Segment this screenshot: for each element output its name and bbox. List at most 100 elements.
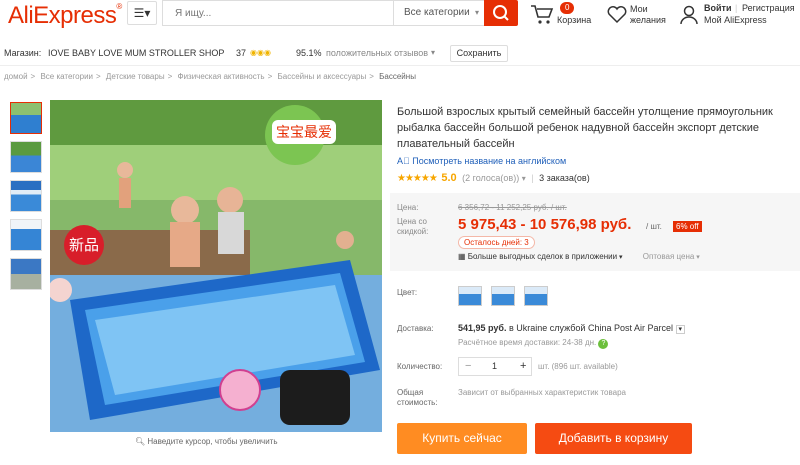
pool-photo (50, 100, 382, 432)
translate-icon: A⃝ (397, 156, 413, 166)
top-header: AliExpress® ☰▾ Все категории▾ 0 Корзина … (0, 0, 800, 40)
trademark: ® (116, 2, 122, 11)
english-title-link[interactable]: A⃝ Посмотреть название на английском (397, 156, 566, 166)
thumbnail-list (10, 102, 44, 297)
categories-menu-button[interactable]: ☰▾ (127, 1, 157, 25)
feedback-text: положительных отзывов (326, 48, 429, 58)
per-piece: / шт. (646, 222, 662, 231)
store-score: 37 (236, 48, 247, 58)
breadcrumb-separator: > (30, 72, 36, 81)
total-label-2: стоимость: (397, 398, 438, 407)
search-bar: Все категории ▾ (162, 0, 484, 26)
quantity-stepper: − 1 + (458, 357, 532, 376)
english-title-text: Посмотреть название на английском (412, 156, 567, 166)
category-select[interactable]: Все категории ▾ (393, 1, 485, 25)
discount-price-label-1: Цена со (397, 217, 427, 226)
quantity-label: Количество: (397, 362, 443, 371)
cart-icon (531, 5, 554, 24)
thumbnail[interactable] (10, 141, 42, 173)
rating-row: ★★★★★ 5.0 (2 голоса(ов)) ▾ | 3 заказа(ов… (397, 172, 590, 184)
breadcrumb-kids[interactable]: Детские товары (106, 72, 165, 81)
heart-icon (607, 6, 627, 24)
breadcrumb-pools-accessories[interactable]: Бассейны и аксессуары (278, 72, 367, 81)
wishlist-link[interactable]: Мои желания (607, 2, 677, 32)
breadcrumb-pools[interactable]: Бассейны (379, 72, 416, 81)
save-store-button[interactable]: Сохранить (450, 45, 508, 62)
shipping-method: в Ukraine службой China Post Air Parcel (509, 323, 673, 333)
help-icon[interactable]: ? (598, 339, 609, 349)
divider: | (735, 3, 738, 13)
quantity-plus-button[interactable]: + (520, 358, 526, 375)
shipping-label: Доставка: (397, 324, 434, 333)
delivery-time-row: Расчётное время доставки: 24-38 дн. ? (458, 338, 609, 349)
logo-text: AliExpress (8, 2, 117, 29)
color-swatch[interactable] (491, 286, 515, 306)
old-price: 6 356,72 - 11 252,25 руб. / шт. (458, 203, 567, 212)
breadcrumb-separator: > (267, 72, 273, 81)
quantity-input[interactable]: 1 (492, 358, 497, 375)
wishlist-label-2: желания (630, 15, 666, 25)
login-link[interactable]: Войти (704, 3, 731, 14)
thumbnail[interactable] (10, 102, 42, 134)
total-label-1: Общая (397, 388, 424, 397)
chevron-down-icon: ▾ (694, 254, 700, 261)
discount-badge: 6% off (673, 221, 702, 232)
category-select-label: Все категории (404, 7, 470, 18)
days-left-badge: Осталось дней: 3 (458, 236, 535, 249)
search-icon: 🔍︎ (135, 437, 148, 446)
delivery-time: Расчётное время доставки: 24-38 дн. (458, 338, 597, 347)
breadcrumb-activity[interactable]: Физическая активность (177, 72, 264, 81)
aliexpress-logo[interactable]: AliExpress® (8, 2, 122, 30)
zoom-hint-text: Наведите курсор, чтобы увеличить (147, 437, 278, 446)
app-deals-row: ▦ Больше выгодных сделок в приложении ▾ … (458, 252, 700, 261)
register-link[interactable]: Регистрация (742, 3, 795, 14)
shipping-dropdown-button[interactable]: ▾ (675, 325, 686, 334)
search-icon (493, 5, 509, 21)
zoom-hint: 🔍︎ Наведите курсор, чтобы увеличить (135, 437, 278, 446)
thumbnail[interactable] (10, 258, 42, 290)
price-box: Цена: 6 356,72 - 11 252,25 руб. / шт. Це… (390, 193, 800, 271)
store-bar: Магазин: IOVE BABY LOVE MUM STROLLER SHO… (0, 42, 800, 66)
votes-link[interactable]: (2 голоса(ов)) (462, 173, 519, 183)
add-to-cart-button[interactable]: Добавить в корзину (535, 423, 692, 454)
breadcrumb-separator: > (167, 72, 173, 81)
my-aliexpress-link[interactable]: Мой AliExpress (704, 15, 767, 26)
chevron-down-icon: ▾ (521, 174, 526, 183)
main-product-image[interactable]: 新品 宝宝最爱 (50, 100, 382, 432)
divider: | (531, 173, 534, 183)
rating-value: 5.0 (441, 172, 457, 184)
wholesale-price-link[interactable]: Оптовая цена (643, 252, 695, 261)
chevron-down-icon[interactable]: ▾ (431, 42, 435, 64)
discount-price: 5 975,43 - 10 576,98 руб. (458, 216, 632, 233)
color-swatch[interactable] (524, 286, 548, 306)
app-deals-link[interactable]: Больше выгодных сделок в приложении (468, 252, 617, 261)
shipping-info: 541,95 руб. в Ukraine службой China Post… (458, 323, 686, 334)
search-button[interactable] (484, 0, 518, 26)
chevron-down-icon: ▾ (474, 8, 479, 17)
search-input[interactable] (163, 1, 388, 25)
star-rating-icon: ★★★★★ (397, 173, 438, 184)
store-name-link[interactable]: IOVE BABY LOVE MUM STROLLER SHOP (48, 42, 224, 64)
store-label: Магазин: (4, 48, 42, 58)
orders-count: 3 заказа(ов) (539, 173, 590, 183)
color-label: Цвет: (397, 288, 418, 297)
shipping-price: 541,95 руб. (458, 323, 507, 333)
color-swatch[interactable] (458, 286, 482, 306)
account-area: Войти | Регистрация Мой AliExpress (680, 2, 800, 32)
new-badge: 新品 (64, 225, 104, 265)
breadcrumb-separator: > (96, 72, 101, 81)
breadcrumb-home[interactable]: домой (4, 72, 28, 81)
cart-count-badge: 0 (560, 2, 575, 14)
medal-icon: ◉◉◉ (250, 48, 271, 57)
user-icon (680, 5, 698, 25)
thumbnail[interactable] (10, 180, 42, 212)
buy-now-button[interactable]: Купить сейчас (397, 423, 527, 454)
chevron-down-icon: ▾ (617, 254, 623, 261)
breadcrumb-all-categories[interactable]: Все категории (40, 72, 93, 81)
discount-price-label-2: скидкой: (397, 227, 429, 236)
cart-link[interactable]: 0 Корзина (530, 2, 600, 32)
old-price-label: Цена: (397, 203, 419, 212)
thumbnail[interactable] (10, 219, 42, 251)
cart-label: Корзина (557, 15, 592, 25)
quantity-minus-button[interactable]: − (465, 358, 471, 375)
